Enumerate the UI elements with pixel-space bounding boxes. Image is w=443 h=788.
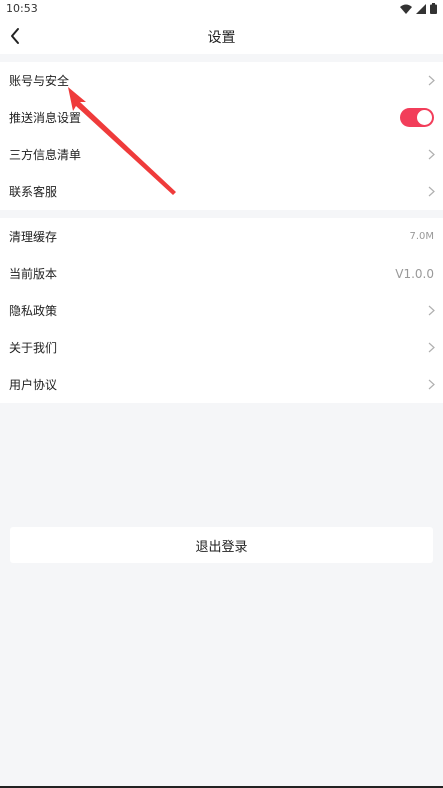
cache-size-value: 7.0M: [409, 231, 434, 242]
setting-label: 推送消息设置: [9, 111, 82, 125]
settings-group-account: 账号与安全 推送消息设置 三方信息清单 联系客服: [0, 62, 443, 210]
setting-label: 当前版本: [9, 267, 58, 281]
setting-label: 用户协议: [9, 378, 58, 392]
chevron-right-icon: [428, 305, 435, 316]
page-title: 设置: [207, 30, 236, 46]
chevron-right-icon: [428, 149, 435, 160]
setting-row-clear-cache[interactable]: 清理缓存 7.0M: [0, 218, 443, 255]
status-icons: [400, 3, 437, 14]
logout-button[interactable]: 退出登录: [10, 527, 433, 563]
setting-row-user-agreement[interactable]: 用户协议: [0, 366, 443, 403]
header-bar: 设置: [0, 18, 443, 54]
status-time: 10:53: [6, 2, 38, 15]
setting-row-privacy-policy[interactable]: 隐私政策: [0, 292, 443, 329]
wifi-icon: [400, 4, 412, 14]
setting-label: 关于我们: [9, 341, 58, 355]
setting-label: 账号与安全: [9, 74, 70, 88]
setting-label: 清理缓存: [9, 230, 58, 244]
chevron-right-icon: [428, 186, 435, 197]
chevron-right-icon: [428, 75, 435, 86]
setting-label: 隐私政策: [9, 304, 58, 318]
setting-row-third-party-info[interactable]: 三方信息清单: [0, 136, 443, 173]
setting-row-about-us[interactable]: 关于我们: [0, 329, 443, 366]
setting-row-customer-service[interactable]: 联系客服: [0, 173, 443, 210]
settings-group-general: 清理缓存 7.0M 当前版本 V1.0.0 隐私政策 关于我们 用户协议: [0, 218, 443, 403]
version-value: V1.0.0: [395, 266, 434, 281]
setting-row-account-security[interactable]: 账号与安全: [0, 62, 443, 99]
push-notifications-toggle[interactable]: [400, 108, 434, 127]
battery-icon: [430, 3, 437, 14]
chevron-right-icon: [428, 342, 435, 353]
setting-label: 三方信息清单: [9, 148, 82, 162]
setting-row-push-notifications: 推送消息设置: [0, 99, 443, 136]
setting-row-current-version: 当前版本 V1.0.0: [0, 255, 443, 292]
status-bar: 10:53: [0, 0, 443, 18]
chevron-right-icon: [428, 379, 435, 390]
signal-icon: [416, 3, 426, 14]
setting-label: 联系客服: [9, 185, 58, 199]
toggle-knob: [417, 110, 432, 125]
